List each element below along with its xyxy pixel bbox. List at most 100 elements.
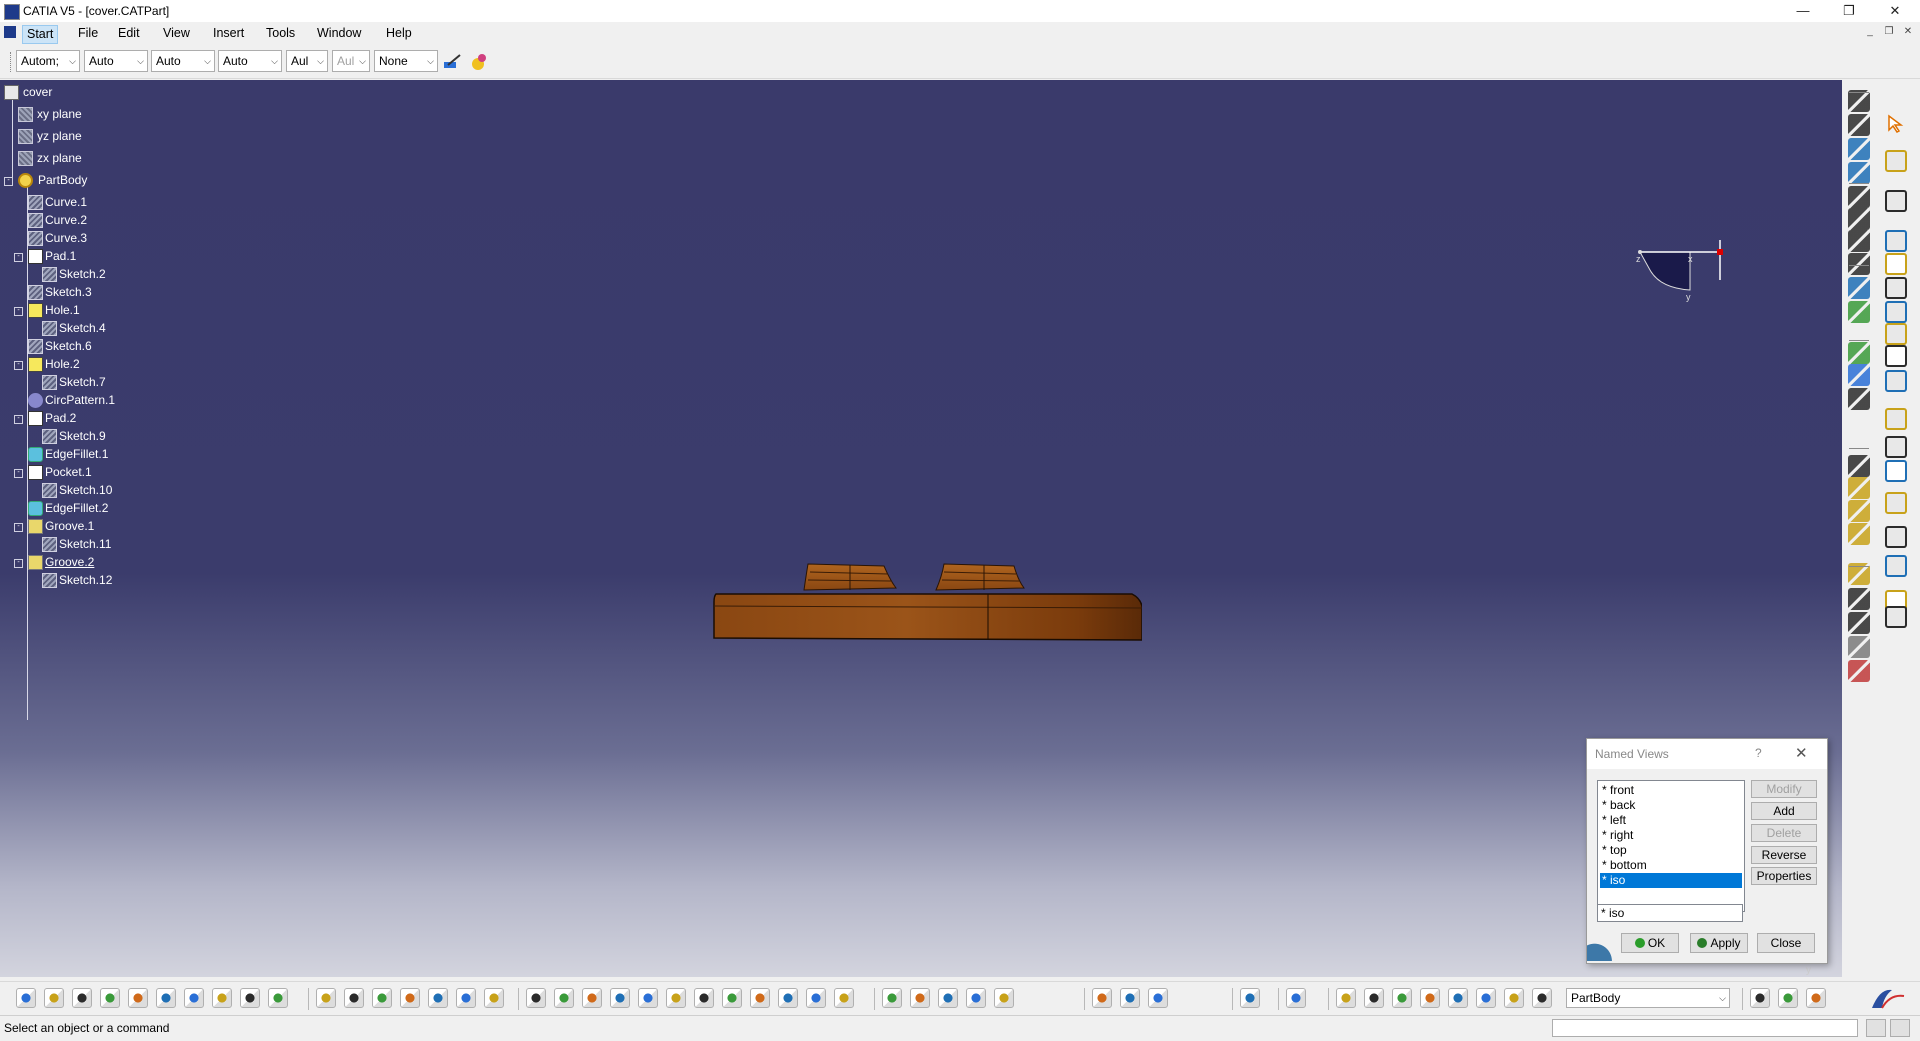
menu-insert[interactable]: Insert: [209, 25, 248, 42]
thickness-icon[interactable]: [1848, 636, 1870, 658]
multi-sections-icon[interactable]: [1848, 342, 1870, 364]
new-icon[interactable]: [16, 988, 36, 1008]
copy-icon[interactable]: [156, 988, 176, 1008]
edge-fillet-icon[interactable]: [1848, 500, 1870, 522]
compass-widget[interactable]: z x y: [1630, 230, 1750, 330]
menu-view[interactable]: View: [159, 25, 194, 42]
annotation-icon[interactable]: [1885, 555, 1907, 577]
collapse-toggle[interactable]: -: [14, 253, 23, 262]
ok-button[interactable]: OK: [1621, 933, 1679, 953]
variable-fillet-icon[interactable]: [1848, 523, 1870, 545]
rotate-icon[interactable]: [610, 988, 630, 1008]
update-all-icon[interactable]: [1336, 988, 1356, 1008]
comment-icon[interactable]: [344, 988, 364, 1008]
pad-solid-icon[interactable]: [1885, 230, 1907, 252]
print-icon[interactable]: [100, 988, 120, 1008]
axis-system-icon[interactable]: [1885, 345, 1907, 367]
collapse-toggle[interactable]: -: [14, 469, 23, 478]
groove-icon[interactable]: [1848, 208, 1870, 230]
draft-solid-icon[interactable]: [1885, 408, 1907, 430]
apply-button[interactable]: Apply: [1690, 933, 1748, 953]
view-item-left[interactable]: * left: [1600, 813, 1742, 828]
part-body-icon[interactable]: [1532, 988, 1552, 1008]
menu-window[interactable]: Window: [313, 25, 365, 42]
normal-view-icon[interactable]: [694, 988, 714, 1008]
whats-this-icon[interactable]: [268, 988, 288, 1008]
help-icon[interactable]: ?: [1755, 746, 1762, 760]
paste-icon[interactable]: [184, 988, 204, 1008]
toolbar-grip[interactable]: [10, 52, 14, 72]
menu-tools[interactable]: Tools: [262, 25, 299, 42]
rendering-style-combo[interactable]: None ⌵: [374, 50, 438, 72]
menu-file[interactable]: File: [74, 25, 102, 42]
collapse-toggle[interactable]: -: [14, 307, 23, 316]
update-icon[interactable]: [1885, 150, 1907, 172]
point-icon[interactable]: [1848, 388, 1870, 410]
plane-system-icon[interactable]: [484, 988, 504, 1008]
view-item-back[interactable]: * back: [1600, 798, 1742, 813]
select-icon[interactable]: [1885, 114, 1907, 136]
restore-icon[interactable]: ❐: [1826, 0, 1872, 22]
pad-icon[interactable]: [1848, 138, 1870, 160]
views-listbox[interactable]: * front * back * left * right * top * bo…: [1597, 780, 1745, 912]
catia-logo[interactable]: [1866, 986, 1912, 1012]
collapse-toggle[interactable]: -: [14, 559, 23, 568]
view-name-field[interactable]: * iso: [1597, 904, 1743, 922]
current-body-combo[interactable]: PartBody ⌵: [1566, 988, 1730, 1008]
multi-view-icon[interactable]: [1885, 323, 1907, 345]
cut-icon[interactable]: [128, 988, 148, 1008]
line-icon[interactable]: [1848, 455, 1870, 477]
close-icon[interactable]: ✕: [1872, 0, 1918, 22]
collapse-toggle[interactable]: -: [14, 523, 23, 532]
view-item-bottom[interactable]: * bottom: [1600, 858, 1742, 873]
three-d-icon[interactable]: [1448, 988, 1468, 1008]
reorder-icon[interactable]: [428, 988, 448, 1008]
apply-material-icon[interactable]: [882, 988, 902, 1008]
plane-icon[interactable]: [1848, 477, 1870, 499]
reverse-button[interactable]: Reverse: [1751, 846, 1817, 864]
transparency-combo[interactable]: Auto ⌵: [84, 50, 148, 72]
open-icon[interactable]: [44, 988, 64, 1008]
properties-button[interactable]: Properties: [1751, 867, 1817, 885]
history-button[interactable]: [1890, 1019, 1910, 1037]
view-item-right[interactable]: * right: [1600, 828, 1742, 843]
pattern-icon[interactable]: [1885, 492, 1907, 514]
menu-help[interactable]: Help: [382, 25, 416, 42]
document-icon[interactable]: [4, 26, 16, 38]
redo-icon[interactable]: [240, 988, 260, 1008]
menu-edit[interactable]: Edit: [114, 25, 144, 42]
3d-viewport[interactable]: cover xy plane yz plane zx plane - PartB…: [0, 80, 1842, 977]
capture-icon[interactable]: [1240, 988, 1260, 1008]
spline-icon[interactable]: [1476, 988, 1496, 1008]
dialog-titlebar[interactable]: Named Views ? ✕: [1587, 739, 1827, 769]
undo-icon[interactable]: [212, 988, 232, 1008]
power-input-field[interactable]: [1552, 1019, 1858, 1037]
view-item-top[interactable]: * top: [1600, 843, 1742, 858]
zoom-in-icon[interactable]: [638, 988, 658, 1008]
pan-icon[interactable]: [582, 988, 602, 1008]
positioned-sketch-icon[interactable]: [1848, 114, 1870, 136]
save-icon[interactable]: [72, 988, 92, 1008]
pocket-solid-icon[interactable]: [1885, 253, 1907, 275]
shading-icon[interactable]: [750, 988, 770, 1008]
zoom-out-icon[interactable]: [666, 988, 686, 1008]
fly-mode-icon[interactable]: [526, 988, 546, 1008]
view-item-front[interactable]: * front: [1600, 783, 1742, 798]
shaft-solid-icon[interactable]: [1885, 277, 1907, 299]
catia-app-icon[interactable]: [4, 4, 20, 20]
shaft-icon[interactable]: [1848, 186, 1870, 208]
slot-icon[interactable]: [1848, 277, 1870, 299]
hide-show-icon[interactable]: [778, 988, 798, 1008]
fillet-solid-icon[interactable]: [1885, 370, 1907, 392]
menu-start[interactable]: Start: [22, 25, 59, 44]
add-button[interactable]: Add: [1751, 802, 1817, 820]
collapse-toggle[interactable]: -: [14, 415, 23, 424]
part-model[interactable]: [712, 550, 1143, 660]
point-type-combo[interactable]: Aul ⌵: [286, 50, 328, 72]
view-mode-icon[interactable]: [834, 988, 854, 1008]
sketch-icon[interactable]: [1848, 90, 1870, 112]
shell-icon[interactable]: [1848, 612, 1870, 634]
layer-icon[interactable]: [1504, 988, 1524, 1008]
fit-all-icon[interactable]: [554, 988, 574, 1008]
scaling-icon[interactable]: [1885, 526, 1907, 548]
